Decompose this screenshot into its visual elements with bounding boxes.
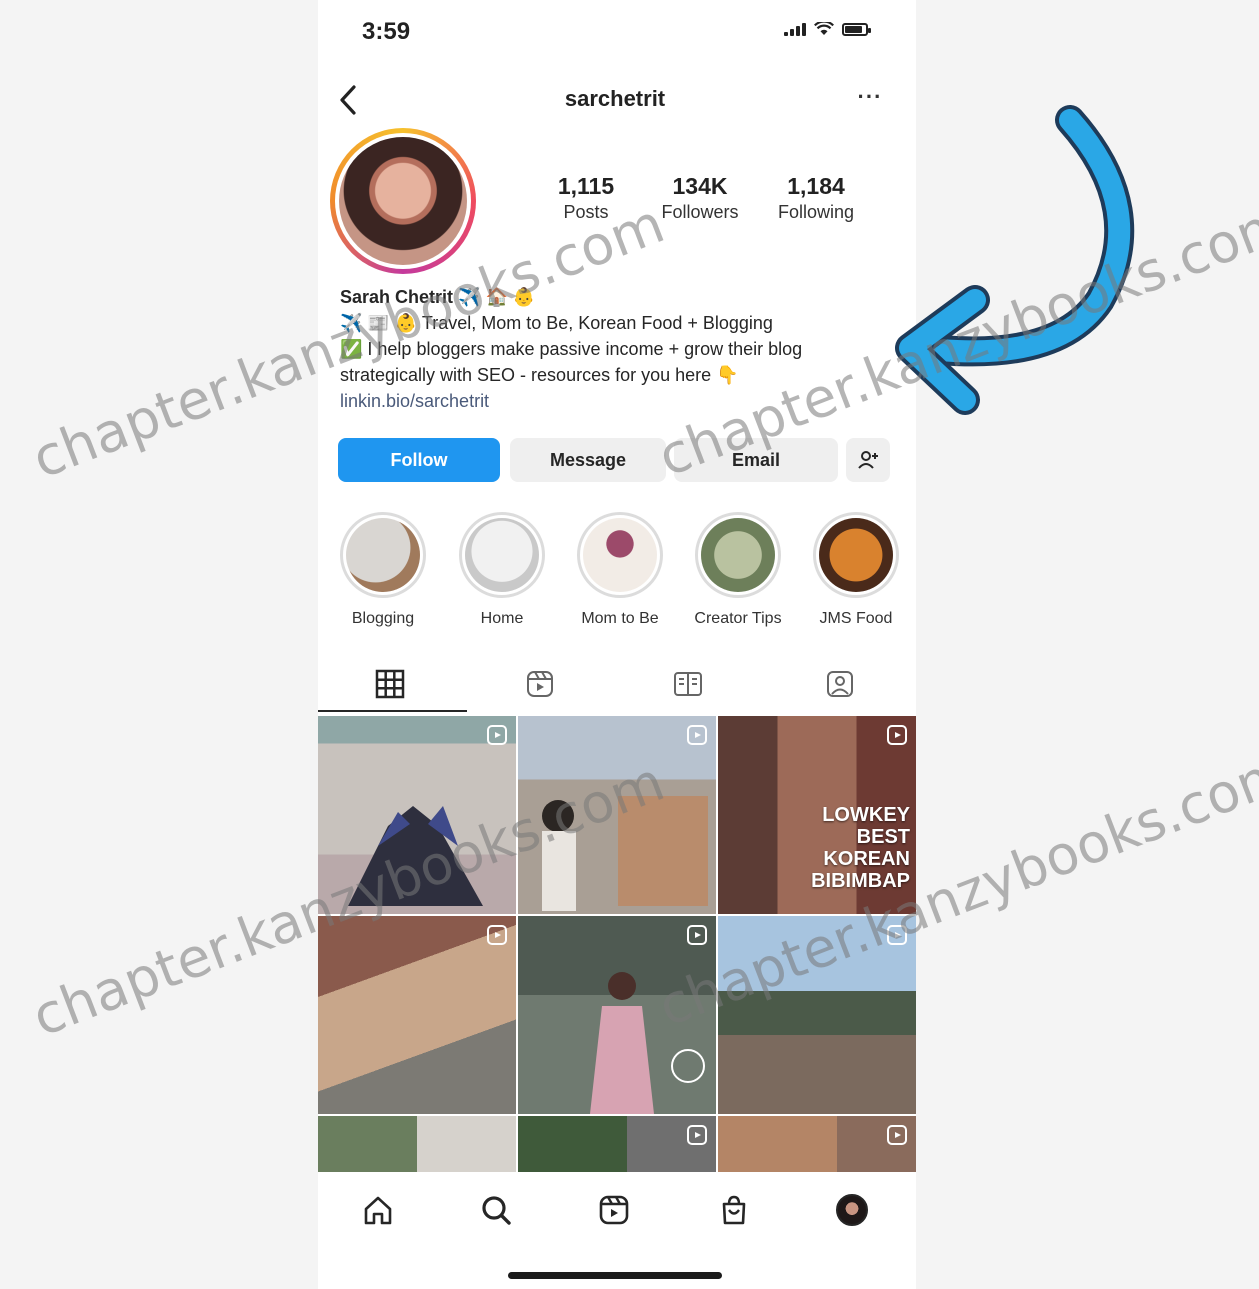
post-thumbnail[interactable]	[318, 916, 516, 1114]
highlight-label: Mom to Be	[581, 610, 659, 627]
post-thumbnail[interactable]	[718, 1116, 916, 1172]
highlight-blogging[interactable]: Blogging	[333, 512, 433, 628]
stat-posts[interactable]: 1,115 Posts	[548, 173, 624, 223]
home-icon	[364, 1196, 392, 1225]
add-person-icon	[858, 451, 878, 469]
highlight-cover	[583, 518, 657, 592]
highlight-label: Creator Tips	[694, 610, 782, 627]
reel-badge-icon	[487, 925, 507, 945]
profile-avatar[interactable]	[330, 128, 476, 274]
reel-badge-icon	[487, 725, 507, 745]
status-icons	[784, 22, 871, 36]
stat-posts-value: 1,115	[557, 173, 615, 199]
back-button[interactable]	[330, 80, 366, 120]
tab-posts-grid[interactable]	[370, 664, 410, 704]
grid-icon	[375, 669, 405, 699]
home-indicator	[508, 1272, 722, 1279]
reel-badge-icon	[887, 725, 907, 745]
post-thumbnail[interactable]	[718, 916, 916, 1114]
highlight-cover	[465, 518, 539, 592]
highlight-label: Blogging	[351, 610, 415, 627]
post-thumbnail[interactable]	[518, 1116, 716, 1172]
post-thumbnail[interactable]	[518, 916, 716, 1114]
tab-reels[interactable]	[520, 664, 560, 704]
profile-name: Sarah Chetrit	[340, 287, 454, 307]
profile-name-emoji: ✈️ 🏠 👶	[458, 287, 536, 307]
suggested-users-button[interactable]	[846, 438, 890, 482]
stat-followers[interactable]: 134K Followers	[650, 173, 750, 223]
post-thumbnail[interactable]: LOWKEY BEST KOREAN BIBIMBAP	[718, 716, 916, 914]
nav-home[interactable]	[356, 1188, 400, 1232]
post-thumbnail[interactable]	[518, 716, 716, 914]
profile-bio: Sarah Chetrit ✈️ 🏠 👶 ✈️ 📰 👶 Travel, Mom …	[340, 284, 900, 414]
post-image	[348, 806, 483, 906]
reel-badge-icon	[887, 1125, 907, 1145]
tagged-icon	[827, 671, 853, 697]
highlight-label: Home	[480, 610, 524, 627]
highlight-label: JMS Food	[819, 610, 893, 627]
stat-followers-value: 134K	[672, 173, 728, 199]
reel-badge-icon	[687, 1125, 707, 1145]
reel-badge-icon	[887, 925, 907, 945]
post-thumbnail[interactable]	[318, 716, 516, 914]
highlight-cover	[701, 518, 775, 592]
wifi-icon	[814, 22, 834, 35]
bio-line-3: strategically with SEO - resources for y…	[340, 365, 739, 385]
bio-line-2: ✅ I help bloggers make passive income + …	[340, 339, 803, 359]
active-tab-indicator	[318, 710, 467, 712]
post-caption: LOWKEY BEST KOREAN BIBIMBAP	[811, 804, 910, 892]
posts-grid: LOWKEY BEST KOREAN BIBIMBAP	[318, 716, 916, 1172]
bio-link[interactable]: linkin.bio/sarchetrit	[340, 388, 900, 414]
reel-badge-icon	[687, 725, 707, 745]
highlight-home[interactable]: Home	[452, 512, 552, 628]
signal-icon	[784, 22, 806, 36]
tab-guides[interactable]	[668, 664, 708, 704]
avatar	[339, 137, 467, 265]
more-options-button[interactable]: ···	[850, 84, 890, 114]
highlight-cover	[346, 518, 420, 592]
highlight-jms-food[interactable]: JMS Food	[806, 512, 906, 628]
highlight-creator-tips[interactable]: Creator Tips	[688, 512, 788, 628]
reels-icon	[527, 671, 553, 697]
search-icon	[482, 1196, 511, 1225]
nav-shop[interactable]	[712, 1188, 756, 1232]
stat-followers-label: Followers	[661, 202, 739, 222]
battery-icon	[842, 22, 871, 36]
message-button[interactable]: Message	[510, 438, 666, 482]
nav-search[interactable]	[474, 1188, 518, 1232]
stat-following[interactable]: 1,184 Following	[768, 173, 864, 223]
curved-arrow-icon	[895, 105, 1135, 415]
nav-profile[interactable]	[830, 1188, 874, 1232]
chevron-left-icon	[340, 85, 356, 115]
status-time: 3:59	[362, 18, 411, 45]
shopping-bag-icon	[722, 1195, 746, 1225]
guides-icon	[674, 672, 702, 696]
post-thumbnail[interactable]	[318, 1116, 516, 1172]
bio-line-1: ✈️ 📰 👶 Travel, Mom to Be, Korean Food + …	[340, 313, 773, 333]
profile-avatar-mini	[836, 1194, 868, 1226]
highlight-cover	[819, 518, 893, 592]
stat-following-label: Following	[777, 202, 855, 222]
tab-tagged[interactable]	[820, 664, 860, 704]
stat-posts-label: Posts	[563, 202, 609, 222]
reel-badge-icon	[687, 925, 707, 945]
follow-button[interactable]: Follow	[338, 438, 500, 482]
email-button[interactable]: Email	[674, 438, 838, 482]
highlight-mom-to-be[interactable]: Mom to Be	[570, 512, 670, 628]
nav-reels[interactable]	[592, 1188, 636, 1232]
reels-icon	[599, 1195, 629, 1225]
stat-following-value: 1,184	[787, 173, 845, 199]
profile-username: sarchetrit	[564, 86, 666, 111]
